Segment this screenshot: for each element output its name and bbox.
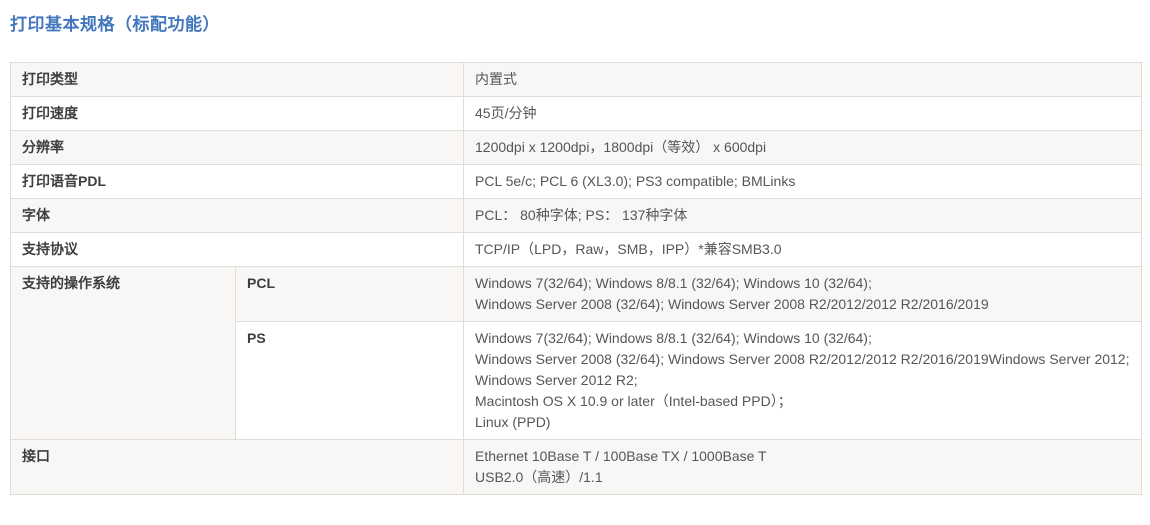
table-row: 支持协议TCP/IP（LPD，Raw，SMB，IPP）*兼容SMB3.0 bbox=[11, 233, 1142, 267]
row-sublabel: PCL bbox=[236, 267, 464, 322]
row-label: 支持协议 bbox=[11, 233, 464, 267]
row-value: Ethernet 10Base T / 100Base TX / 1000Bas… bbox=[464, 440, 1142, 495]
section-title: 打印基本规格（标配功能） bbox=[10, 15, 1141, 35]
table-row: 字体PCL： 80种字体; PS： 137种字体 bbox=[11, 199, 1142, 233]
row-value: 45页/分钟 bbox=[464, 97, 1142, 131]
table-row: 打印类型内置式 bbox=[11, 63, 1142, 97]
spec-table: 打印类型内置式打印速度45页/分钟分辨率1200dpi x 1200dpi，18… bbox=[10, 62, 1142, 495]
row-value: TCP/IP（LPD，Raw，SMB，IPP）*兼容SMB3.0 bbox=[464, 233, 1142, 267]
row-sublabel: PS bbox=[236, 322, 464, 440]
table-row: 分辨率1200dpi x 1200dpi，1800dpi（等效） x 600dp… bbox=[11, 131, 1142, 165]
table-row: 支持的操作系统PCLWindows 7(32/64); Windows 8/8.… bbox=[11, 267, 1142, 322]
row-value: 内置式 bbox=[464, 63, 1142, 97]
table-row: 打印语音PDLPCL 5e/c; PCL 6 (XL3.0); PS3 comp… bbox=[11, 165, 1142, 199]
row-label: 支持的操作系统 bbox=[11, 267, 236, 440]
table-row: 打印速度45页/分钟 bbox=[11, 97, 1142, 131]
row-label: 打印语音PDL bbox=[11, 165, 464, 199]
row-value: PCL 5e/c; PCL 6 (XL3.0); PS3 compatible;… bbox=[464, 165, 1142, 199]
page: 打印基本规格（标配功能） 打印类型内置式打印速度45页/分钟分辨率1200dpi… bbox=[0, 0, 1150, 525]
row-value: Windows 7(32/64); Windows 8/8.1 (32/64);… bbox=[464, 267, 1142, 322]
row-value: 1200dpi x 1200dpi，1800dpi（等效） x 600dpi bbox=[464, 131, 1142, 165]
table-row: 接口Ethernet 10Base T / 100Base TX / 1000B… bbox=[11, 440, 1142, 495]
row-label: 字体 bbox=[11, 199, 464, 233]
row-value: Windows 7(32/64); Windows 8/8.1 (32/64);… bbox=[464, 322, 1142, 440]
row-label: 打印类型 bbox=[11, 63, 464, 97]
row-label: 打印速度 bbox=[11, 97, 464, 131]
spec-table-body: 打印类型内置式打印速度45页/分钟分辨率1200dpi x 1200dpi，18… bbox=[11, 63, 1142, 495]
row-label: 接口 bbox=[11, 440, 464, 495]
row-label: 分辨率 bbox=[11, 131, 464, 165]
row-value: PCL： 80种字体; PS： 137种字体 bbox=[464, 199, 1142, 233]
